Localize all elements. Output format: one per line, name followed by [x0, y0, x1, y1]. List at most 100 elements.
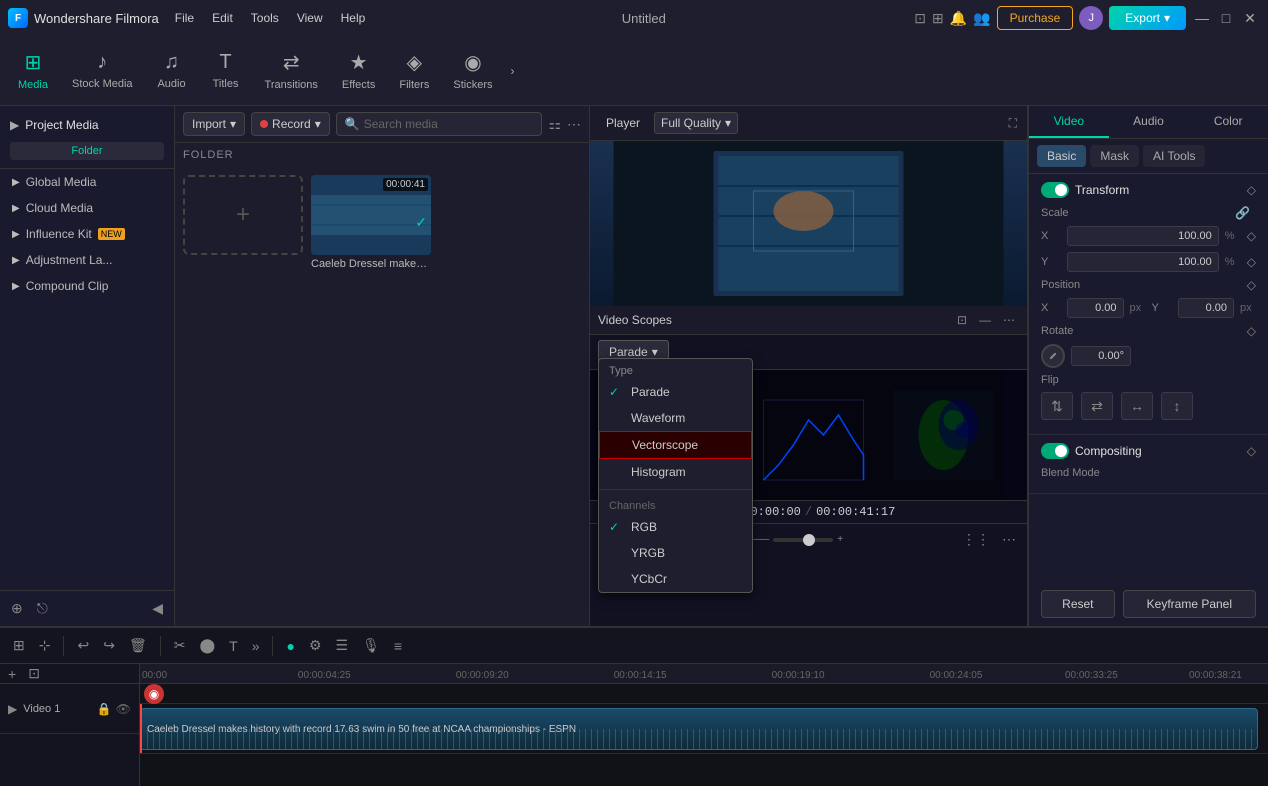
toolbar-filters[interactable]: ◈ Filters: [389, 44, 439, 97]
compositing-toggle[interactable]: [1041, 443, 1069, 459]
settings-icon[interactable]: ⋯: [999, 528, 1019, 551]
transform-toggle[interactable]: [1041, 182, 1069, 198]
win-minimize-button[interactable]: —: [1192, 8, 1212, 28]
track-visibility-icon[interactable]: 👁: [116, 702, 131, 716]
tl-add-track-icon[interactable]: ⊞: [8, 634, 30, 657]
compositing-keyframe-icon[interactable]: ◇: [1247, 444, 1256, 458]
tl-delete-icon[interactable]: 🗑: [124, 634, 152, 657]
search-bar[interactable]: 🔍 Search media: [336, 112, 543, 136]
toolbar-transitions[interactable]: ⇄ Transitions: [255, 44, 328, 97]
tl-redo-icon[interactable]: ↪: [98, 634, 120, 657]
flip-v-icon[interactable]: ↕: [1161, 392, 1193, 420]
pos-x-input[interactable]: 0.00: [1067, 298, 1124, 318]
video-clip[interactable]: Caeleb Dressel makes history with record…: [140, 708, 1258, 750]
win-maximize-button[interactable]: □: [1216, 8, 1236, 28]
flip-horizontal-button[interactable]: ⇅: [1041, 392, 1073, 420]
timeline-playhead[interactable]: [140, 704, 142, 753]
tl-list-icon[interactable]: ☰: [331, 634, 354, 657]
menu-view[interactable]: View: [289, 7, 331, 29]
grid-view-icon[interactable]: ⋮⋮: [959, 528, 993, 551]
transform-keyframe-icon[interactable]: ◇: [1247, 183, 1256, 197]
scale-x-input[interactable]: 100.00: [1067, 226, 1219, 246]
collapse-icon[interactable]: ◀: [149, 597, 166, 620]
tl-text-icon[interactable]: T: [224, 635, 243, 657]
zoom-handle[interactable]: [803, 534, 815, 546]
tl-marker-icon[interactable]: ●: [281, 635, 299, 657]
sidebar-item-compound-clip[interactable]: ▶ Compound Clip: [0, 273, 174, 299]
dropdown-channel-rgb[interactable]: ✓ RGB: [599, 514, 752, 540]
user-avatar[interactable]: J: [1079, 6, 1103, 30]
toolbar-media[interactable]: ⊞ Media: [8, 44, 58, 97]
toolbar-effects[interactable]: ★ Effects: [332, 44, 385, 97]
win-close-button[interactable]: ✕: [1240, 8, 1260, 28]
minimize-window-icon[interactable]: ⊡: [914, 10, 926, 27]
more-options-icon[interactable]: ⋯: [567, 116, 581, 133]
tl-forward-icon[interactable]: »: [247, 635, 265, 657]
subtab-basic[interactable]: Basic: [1037, 145, 1086, 167]
scale-x-keyframe-icon[interactable]: ◇: [1247, 229, 1256, 243]
tl-link-button[interactable]: ⊡: [28, 665, 40, 682]
menu-help[interactable]: Help: [333, 7, 374, 29]
menu-tools[interactable]: Tools: [243, 7, 287, 29]
tl-add-button[interactable]: +: [8, 666, 16, 682]
tl-undo-icon[interactable]: ↩: [72, 634, 94, 657]
link-icon[interactable]: ⎋: [34, 597, 51, 620]
scale-y-input[interactable]: 100.00: [1067, 252, 1219, 272]
reset-button[interactable]: Reset: [1041, 590, 1115, 618]
scopes-expand-icon[interactable]: ⊡: [953, 311, 971, 329]
add-media-button[interactable]: +: [183, 175, 303, 255]
tl-more-icon[interactable]: ≡: [389, 635, 407, 657]
import-button[interactable]: Import ▾: [183, 112, 245, 136]
toolbar-audio[interactable]: ♫ Audio: [147, 45, 197, 96]
tl-settings-icon[interactable]: ⚙: [304, 634, 327, 657]
fullscreen-icon[interactable]: ⛶: [1009, 116, 1017, 131]
sidebar-item-influence-kit[interactable]: ▶ Influence Kit NEW: [0, 221, 174, 247]
toolbar-stickers[interactable]: ◉ Stickers: [443, 44, 502, 97]
export-button[interactable]: Export ▾: [1109, 6, 1186, 30]
rotate-keyframe-icon[interactable]: ◇: [1247, 324, 1256, 338]
purchase-button[interactable]: Purchase: [997, 6, 1074, 30]
record-button[interactable]: Record ▾: [251, 112, 330, 136]
menu-file[interactable]: File: [167, 7, 202, 29]
folder-button[interactable]: Folder: [10, 142, 164, 160]
add-folder-icon[interactable]: ⊕: [8, 597, 26, 620]
dropdown-channel-yrgb[interactable]: YRGB: [599, 540, 752, 566]
quality-selector[interactable]: Full Quality ▾: [654, 112, 738, 134]
sidebar-item-adjustment[interactable]: ▶ Adjustment La...: [0, 247, 174, 273]
tab-color[interactable]: Color: [1188, 106, 1268, 138]
rotate-input[interactable]: 0.00°: [1071, 346, 1131, 366]
player-tab[interactable]: Player: [600, 113, 646, 133]
tl-edit-icon[interactable]: ⊹: [34, 634, 56, 657]
flip-h-icon[interactable]: ↔: [1121, 392, 1153, 420]
playhead-dot[interactable]: ◉: [144, 684, 164, 704]
rotate-wheel[interactable]: [1041, 344, 1065, 368]
pos-y-input[interactable]: 0.00: [1178, 298, 1235, 318]
sidebar-item-cloud-media[interactable]: ▶ Cloud Media: [0, 195, 174, 221]
scale-y-keyframe-icon[interactable]: ◇: [1247, 255, 1256, 269]
scale-link-icon[interactable]: 🔗: [1235, 206, 1250, 220]
tab-audio[interactable]: Audio: [1109, 106, 1189, 138]
project-media-header[interactable]: ▶ Project Media: [10, 114, 164, 136]
tl-mic-icon[interactable]: 🎙: [357, 634, 385, 657]
track-lock-icon[interactable]: 🔒: [97, 702, 112, 716]
filter-icon[interactable]: ⚏: [548, 116, 561, 133]
subtab-ai-tools[interactable]: AI Tools: [1143, 145, 1205, 167]
toolbar-more-button[interactable]: ›: [506, 60, 518, 82]
menu-edit[interactable]: Edit: [204, 7, 241, 29]
dropdown-type-histogram[interactable]: Histogram: [599, 459, 752, 485]
toolbar-titles[interactable]: T Titles: [201, 45, 251, 96]
keyframe-panel-button[interactable]: Keyframe Panel: [1123, 590, 1256, 618]
community-icon[interactable]: 👥: [973, 10, 990, 27]
sidebar-item-global-media[interactable]: ▶ Global Media: [0, 169, 174, 195]
flip-vertical-button[interactable]: ⇄: [1081, 392, 1113, 420]
tab-video[interactable]: Video: [1029, 106, 1109, 138]
scopes-more-icon[interactable]: ⋯: [999, 311, 1019, 329]
zoom-slider[interactable]: [773, 538, 833, 542]
tl-crop-icon[interactable]: ⬤: [194, 634, 220, 657]
subtab-mask[interactable]: Mask: [1090, 145, 1139, 167]
scopes-minimize-icon[interactable]: —: [975, 311, 995, 329]
toolbar-stock-media[interactable]: ♪ Stock Media: [62, 45, 143, 96]
dropdown-type-vectorscope[interactable]: Vectorscope: [599, 431, 752, 459]
media-item-0[interactable]: 00:00:41 ✓ Caeleb Dressel makes ...: [311, 175, 431, 270]
position-keyframe-icon[interactable]: ◇: [1247, 278, 1256, 292]
